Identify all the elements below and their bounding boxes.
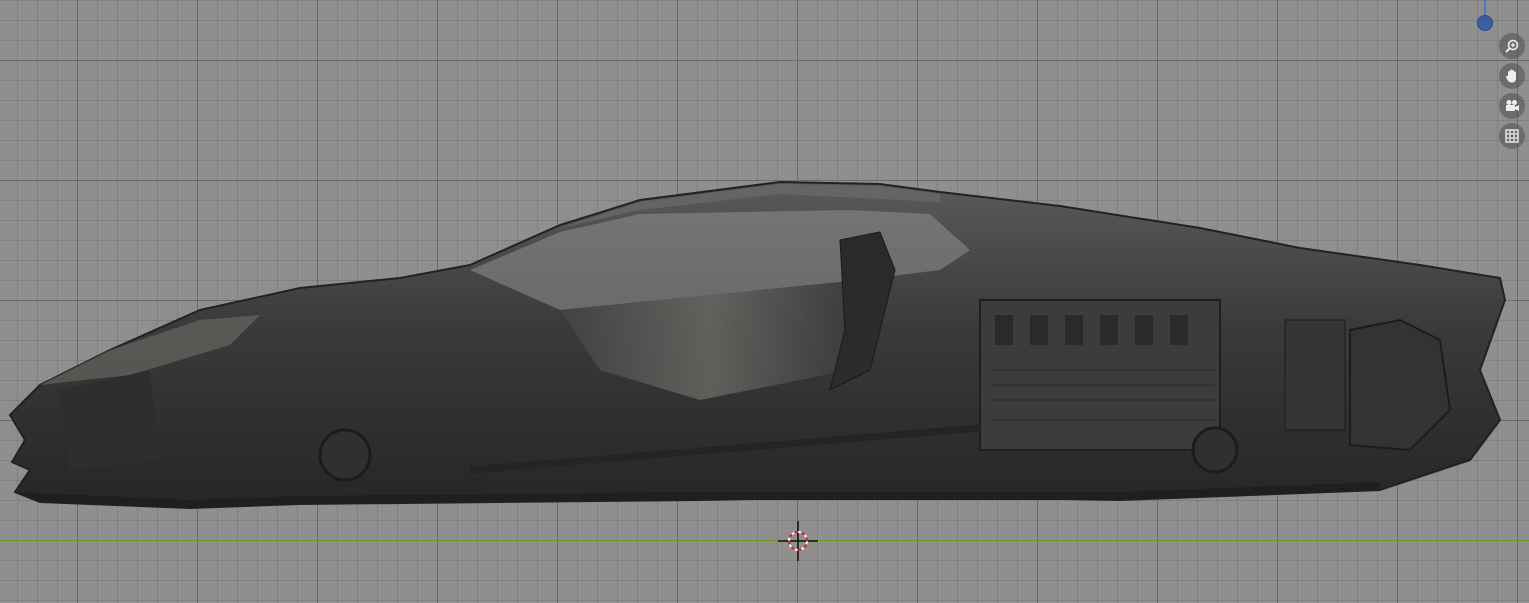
3d-cursor[interactable] <box>778 521 818 561</box>
camera-button[interactable] <box>1499 93 1525 119</box>
gizmo-z-axis-handle[interactable] <box>1477 15 1493 31</box>
zoom-button[interactable] <box>1499 33 1525 59</box>
pan-button[interactable] <box>1499 63 1525 89</box>
y-axis-line <box>0 540 1529 541</box>
car-model[interactable] <box>0 170 1529 510</box>
3d-viewport[interactable] <box>0 0 1529 603</box>
hand-pan-icon <box>1505 69 1516 83</box>
zoom-icon <box>1505 39 1519 53</box>
ortho-toggle-button[interactable] <box>1499 123 1525 149</box>
camera-icon <box>1506 100 1519 111</box>
gizmo-z-axis <box>1484 0 1486 16</box>
grid-icon <box>1505 129 1519 143</box>
